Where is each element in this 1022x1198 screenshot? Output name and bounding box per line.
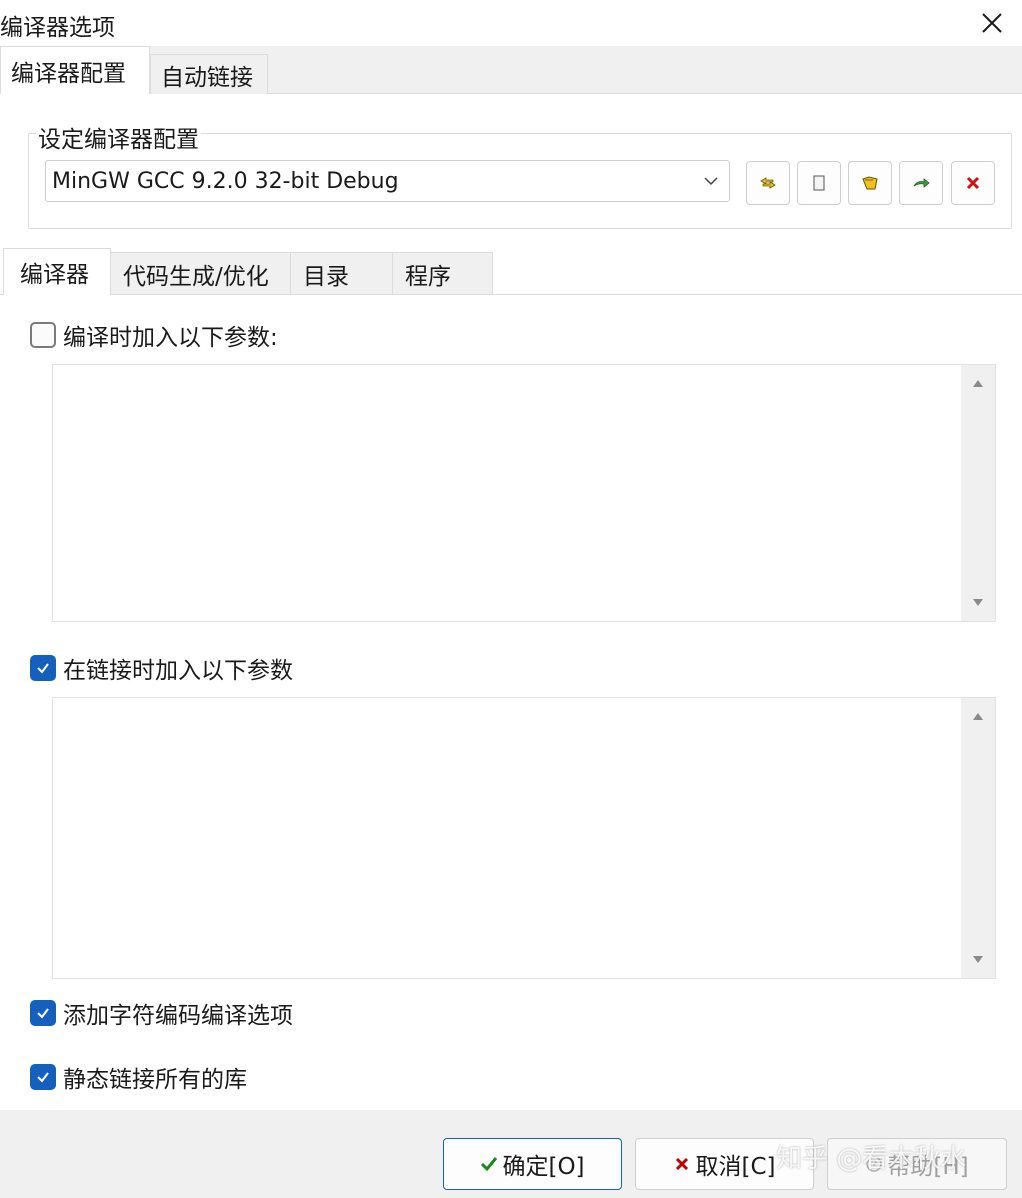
compiler-set-select[interactable]: MinGW GCC 9.2.0 32-bit Debug (45, 160, 730, 202)
tab-programs[interactable]: 程序 (392, 252, 493, 294)
export-config-button[interactable] (899, 161, 943, 205)
link-params-checkbox[interactable] (30, 655, 56, 681)
help-icon (866, 1156, 883, 1172)
static-link-checkbox[interactable] (30, 1064, 56, 1090)
link-params-checkbox-row[interactable]: 在链接时加入以下参数 (30, 651, 293, 685)
ok-button-label: 确定[O] (502, 1154, 585, 1180)
compile-params-scrollbar[interactable] (961, 365, 995, 621)
delete-config-button[interactable] (951, 161, 995, 205)
delete-icon (966, 176, 980, 190)
check-icon (37, 1072, 49, 1083)
scroll-down-icon[interactable] (970, 597, 986, 609)
compiler-options-dialog: 编译器选项 编译器配置 自动链接 设定编译器配置 MinGW GCC 9.2.0… (0, 0, 1022, 1198)
new-config-button[interactable] (797, 161, 841, 205)
help-button-label: 帮助[H] (887, 1154, 969, 1180)
compile-params-checkbox-row[interactable]: 编译时加入以下参数: (30, 318, 278, 352)
title-bar: 编译器选项 (0, 0, 1022, 46)
chevron-down-icon (704, 177, 718, 186)
link-params-scrollbar[interactable] (961, 698, 995, 978)
charset-option-label: 添加字符编码编译选项 (63, 1003, 293, 1029)
close-icon (982, 13, 1002, 33)
close-button[interactable] (962, 0, 1022, 46)
tab-directories[interactable]: 目录 (290, 252, 393, 294)
group-label: 设定编译器配置 (36, 120, 201, 154)
tab-codegen-optimize[interactable]: 代码生成/优化 (110, 252, 291, 294)
compile-params-input[interactable] (53, 365, 961, 621)
tab-auto-link[interactable]: 自动链接 (150, 54, 268, 94)
rename-config-button[interactable] (746, 161, 790, 205)
compiler-set-value: MinGW GCC 9.2.0 32-bit Debug (52, 169, 399, 194)
tab-compiler[interactable]: 编译器 (3, 248, 111, 295)
folder-icon (862, 176, 878, 190)
help-button[interactable]: 帮助[H] (827, 1138, 1007, 1190)
outer-tab-strip: 编译器配置 自动链接 (0, 46, 1022, 95)
cross-icon (676, 1157, 689, 1171)
rename-icon (760, 177, 776, 189)
check-icon (37, 1008, 49, 1019)
export-icon (913, 178, 930, 188)
link-params-textarea-box (52, 697, 996, 979)
check-icon (37, 663, 49, 674)
window-title: 编译器选项 (0, 15, 115, 41)
cancel-button-label: 取消[C] (695, 1154, 776, 1180)
scroll-up-icon[interactable] (970, 377, 986, 389)
compile-params-checkbox[interactable] (30, 322, 56, 348)
link-params-input[interactable] (53, 698, 961, 978)
static-link-label: 静态链接所有的库 (63, 1067, 247, 1093)
charset-option-checkbox-row[interactable]: 添加字符编码编译选项 (30, 996, 293, 1030)
ok-button[interactable]: 确定[O] (443, 1138, 622, 1190)
compile-params-textarea-box (52, 364, 996, 622)
open-config-button[interactable] (848, 161, 892, 205)
charset-option-checkbox[interactable] (30, 1000, 56, 1026)
new-icon (813, 175, 825, 191)
tab-compiler-config[interactable]: 编译器配置 (0, 46, 150, 95)
scroll-up-icon[interactable] (970, 710, 986, 722)
link-params-label: 在链接时加入以下参数 (63, 658, 293, 684)
static-link-checkbox-row[interactable]: 静态链接所有的库 (30, 1060, 247, 1094)
scroll-down-icon[interactable] (970, 954, 986, 966)
compile-params-label: 编译时加入以下参数: (63, 325, 278, 351)
inner-tab-divider (0, 294, 1022, 295)
cancel-button[interactable]: 取消[C] (635, 1138, 814, 1190)
checkmark-icon (481, 1157, 498, 1172)
